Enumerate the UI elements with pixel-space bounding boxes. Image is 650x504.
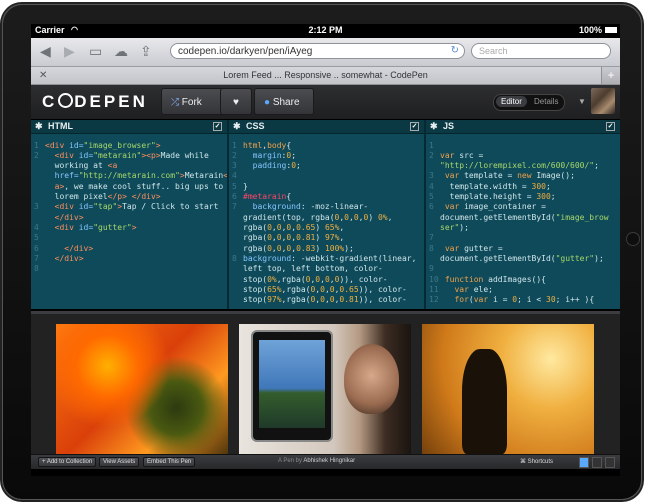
codepen-logo[interactable]: C DEPEN [42, 92, 148, 112]
gear-icon[interactable]: ✱ [35, 121, 43, 132]
fork-button[interactable]: ⤮ Fork [161, 88, 228, 115]
forward-icon[interactable]: ▶ [64, 44, 75, 58]
clock: 2:12 PM [308, 25, 343, 35]
checkbox-icon[interactable]: ✓ [213, 122, 222, 131]
search-input[interactable]: Search [471, 43, 611, 59]
codepen-footer: + Add to Collection View Assets Embed Th… [31, 454, 620, 469]
js-pane[interactable]: ✱ JS ✓ 1 2 var src = "http://lorempixel.c… [426, 120, 620, 309]
result-preview[interactable] [31, 311, 620, 457]
safari-toolbar: ◀ ▶ ▭ ☁ ⇪ codepen.io/darkyen/pen/iAyeg ↻… [31, 38, 620, 67]
ipad-screen: Carrier ◠ 2:12 PM 100% ◀ ▶ ▭ ☁ ⇪ codepen… [31, 24, 620, 476]
css-pane-header: ✱ CSS ✓ [229, 120, 424, 134]
face-photo [344, 344, 399, 414]
add-tab-icon[interactable]: + [601, 67, 620, 84]
heart-icon: ♥ [233, 97, 239, 108]
home-button[interactable] [626, 232, 640, 246]
credit-author[interactable]: Abhishek Hingnikar [303, 458, 355, 464]
tab-title[interactable]: Lorem Feed ... Responsive .. somewhat - … [31, 70, 620, 80]
preview-image-cricket [422, 324, 594, 457]
fork-label: Fork [181, 97, 202, 108]
tab-bar: ✕ Lorem Feed ... Responsive .. somewhat … [31, 67, 620, 85]
gear-icon[interactable]: ✱ [233, 121, 241, 132]
layout-top-icon[interactable] [579, 457, 589, 468]
shortcuts-button[interactable]: ⌘ Shortcuts [520, 458, 553, 465]
gear-icon[interactable]: ✱ [430, 121, 438, 132]
preview-image-abstract [56, 324, 228, 457]
css-pane[interactable]: ✱ CSS ✓ 1 html,body{ 2 margin:0; 3 paddin… [229, 120, 426, 309]
js-pane-title: JS [443, 121, 455, 131]
batsman-silhouette [462, 349, 507, 454]
share-label: Share [272, 97, 300, 108]
avatar[interactable] [591, 88, 615, 114]
checkbox-icon[interactable]: ✓ [410, 122, 419, 131]
codepen-header: C DEPEN ⤮ Fork ♥ ● Share Editor Details ▼ [31, 85, 620, 120]
html-pane[interactable]: ✱ HTML ✓ 1 <div id="image_browser"> 2 <di… [31, 120, 229, 309]
html-pane-title: HTML [48, 121, 73, 131]
html-pane-header: ✱ HTML ✓ [31, 120, 227, 134]
layout-left-icon[interactable] [592, 457, 602, 468]
share-button[interactable]: ● Share [254, 88, 314, 115]
js-pane-header: ✱ JS ✓ [426, 120, 620, 134]
editor-panes: ✱ HTML ✓ 1 <div id="image_browser"> 2 <di… [31, 120, 620, 309]
add-to-collection-button[interactable]: + Add to Collection [38, 457, 97, 467]
bookmarks-icon[interactable]: ▭ [89, 44, 102, 58]
js-code[interactable]: 1 2 var src = "http://lorempixel.com/600/… [426, 134, 620, 309]
search-placeholder: Search [479, 46, 508, 56]
css-pane-title: CSS [246, 121, 265, 131]
share-globe-icon: ● [264, 97, 273, 108]
fork-icon: ⤮ [171, 97, 182, 108]
share-icon[interactable]: ⇪ [140, 44, 152, 58]
view-toggle[interactable]: Editor Details [493, 94, 565, 111]
reload-icon[interactable]: ↻ [451, 45, 459, 56]
back-icon[interactable]: ◀ [40, 44, 51, 58]
address-bar[interactable]: codepen.io/darkyen/pen/iAyeg ↻ [170, 43, 465, 59]
ipad-photo-icon [251, 330, 333, 442]
details-toggle[interactable]: Details [534, 97, 558, 106]
embed-button[interactable]: Embed This Pen [143, 457, 196, 467]
url-text: codepen.io/darkyen/pen/iAyeg [178, 46, 313, 57]
editor-toggle[interactable]: Editor [496, 96, 527, 107]
icloud-icon[interactable]: ☁ [114, 44, 128, 58]
battery-icon [605, 27, 617, 33]
preview-image-ipad [239, 324, 411, 457]
html-code[interactable]: 1 <div id="image_browser"> 2 <div id="met… [31, 134, 227, 309]
pen-credit: A Pen by Abhishek Hingnikar [278, 458, 355, 464]
credit-prefix: A Pen by [278, 458, 303, 464]
status-bar: Carrier ◠ 2:12 PM 100% [31, 24, 620, 38]
checkbox-icon[interactable]: ✓ [606, 122, 615, 131]
battery-percent: 100% [578, 25, 602, 35]
css-code[interactable]: 1 html,body{ 2 margin:0; 3 padding:0; 4 5… [229, 134, 424, 309]
view-assets-button[interactable]: View Assets [99, 457, 140, 467]
heart-button[interactable]: ♥ [220, 88, 252, 115]
chevron-down-icon[interactable]: ▼ [578, 97, 586, 106]
layout-right-icon[interactable] [605, 457, 615, 468]
